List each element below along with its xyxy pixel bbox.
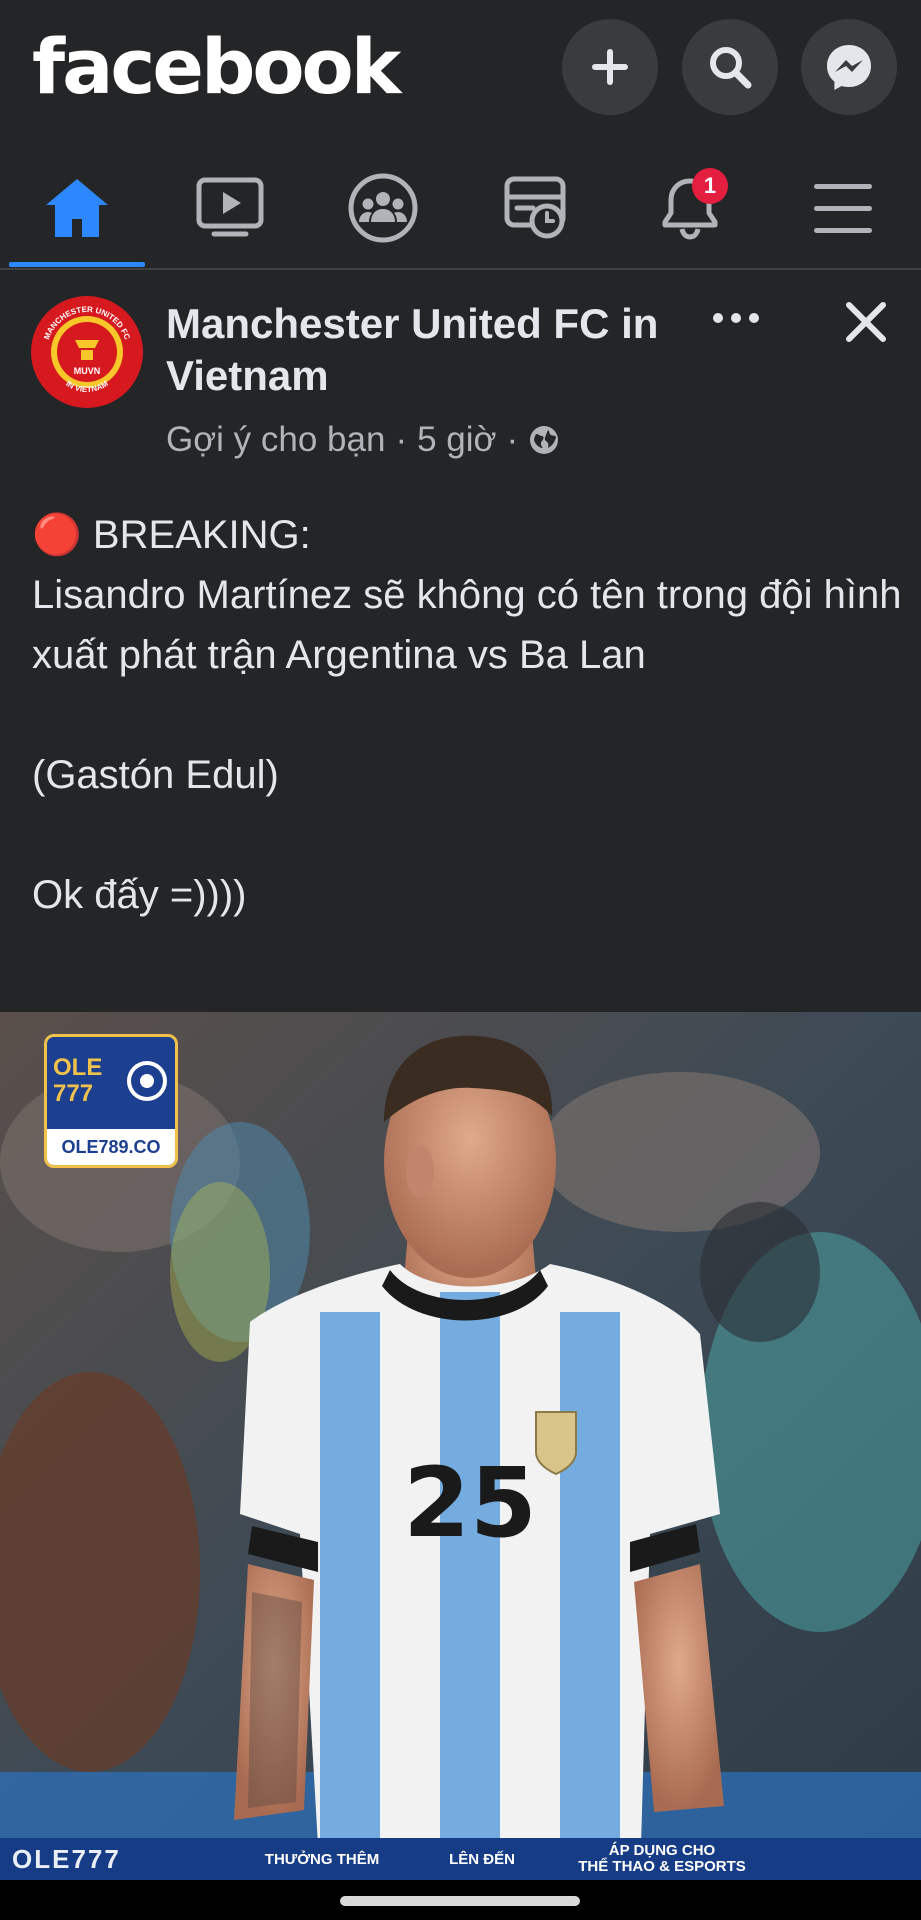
tab-watch[interactable] <box>180 168 280 248</box>
meta-separator: · <box>395 420 408 459</box>
chelsea-crest-icon <box>127 1061 167 1101</box>
post-text-line: 🔴 BREAKING: <box>32 513 311 557</box>
banner-col1: THƯỞNG THÊM <box>264 1850 380 1868</box>
globe-icon <box>530 426 559 454</box>
home-indicator[interactable] <box>340 1896 580 1906</box>
video-icon <box>196 177 264 237</box>
plus-icon <box>592 49 628 85</box>
search-button[interactable] <box>682 19 778 115</box>
banner-col3: ÁP DỤNG CHO THỂ THAO & ESPORTS <box>562 1843 762 1875</box>
watermark-url: OLE789.CO <box>47 1129 175 1165</box>
tab-notifications[interactable]: 1 <box>640 168 740 248</box>
post-options-button[interactable] <box>706 298 766 338</box>
post-meta: Gợi ý cho bạn · 5 giờ · <box>166 420 560 460</box>
close-icon <box>846 302 886 342</box>
meta-separator: · <box>506 420 519 459</box>
top-bar: facebook <box>0 0 921 138</box>
watermark-badge: OLE 777 OLE789.CO <box>44 1034 178 1168</box>
facebook-logo[interactable]: facebook <box>32 22 401 112</box>
groups-icon <box>348 173 418 243</box>
tab-home[interactable] <box>27 168 127 248</box>
post-header: MUVN MANCHESTER UNITED FC IN VIETNAM Man… <box>0 270 921 480</box>
shirt-number: 25 <box>403 1447 537 1559</box>
tab-groups[interactable] <box>333 168 433 248</box>
watermark-brand: OLE 777 <box>53 1054 103 1107</box>
post-time[interactable]: 5 giờ <box>417 420 496 460</box>
home-icon <box>46 179 108 237</box>
post-image[interactable]: 25 OLE 777 OLE789.CO OLE777 THƯỞNG THÊM … <box>0 1012 921 1880</box>
banner-brand: OLE777 <box>12 1843 121 1874</box>
banner-col3-title: ÁP DỤNG CHO <box>608 1842 716 1859</box>
messenger-button[interactable] <box>801 19 897 115</box>
banner-col2: LÊN ĐẾN <box>449 1850 515 1868</box>
banner-col3-sub: THỂ THAO & ESPORTS <box>578 1858 746 1875</box>
promo-banner: OLE777 THƯỞNG THÊM LÊN ĐẾN ÁP DỤNG CHO T… <box>0 1838 921 1880</box>
hide-post-button[interactable] <box>838 294 894 350</box>
feeds-icon <box>504 176 566 239</box>
post-text-spacer <box>32 805 902 865</box>
post-text-spacer <box>32 685 902 745</box>
active-tab-indicator <box>9 262 145 267</box>
post-text-line: Ok đấy =)))) <box>32 873 247 917</box>
more-icon <box>713 313 759 323</box>
post-text: 🔴 BREAKING: Lisandro Martínez sẽ không c… <box>32 505 902 925</box>
notification-badge: 1 <box>692 168 728 204</box>
page-avatar[interactable]: MUVN MANCHESTER UNITED FC IN VIETNAM <box>31 296 143 408</box>
system-navigation-bar <box>0 1880 921 1920</box>
messenger-icon <box>827 45 871 90</box>
suggested-label: Gợi ý cho bạn <box>166 420 386 459</box>
post-text-line: Lisandro Martínez sẽ không có tên trong … <box>32 573 902 677</box>
post-text-line: (Gastón Edul) <box>32 753 279 797</box>
hamburger-icon <box>814 184 872 233</box>
search-icon <box>710 47 752 89</box>
avatar-center-text: MUVN <box>74 366 101 376</box>
tab-menu[interactable] <box>793 168 893 248</box>
create-button[interactable] <box>562 19 658 115</box>
tab-bar: 1 <box>0 138 921 268</box>
tab-feeds[interactable] <box>486 168 586 248</box>
page-name[interactable]: Manchester United FC in Vietnam <box>166 298 686 402</box>
